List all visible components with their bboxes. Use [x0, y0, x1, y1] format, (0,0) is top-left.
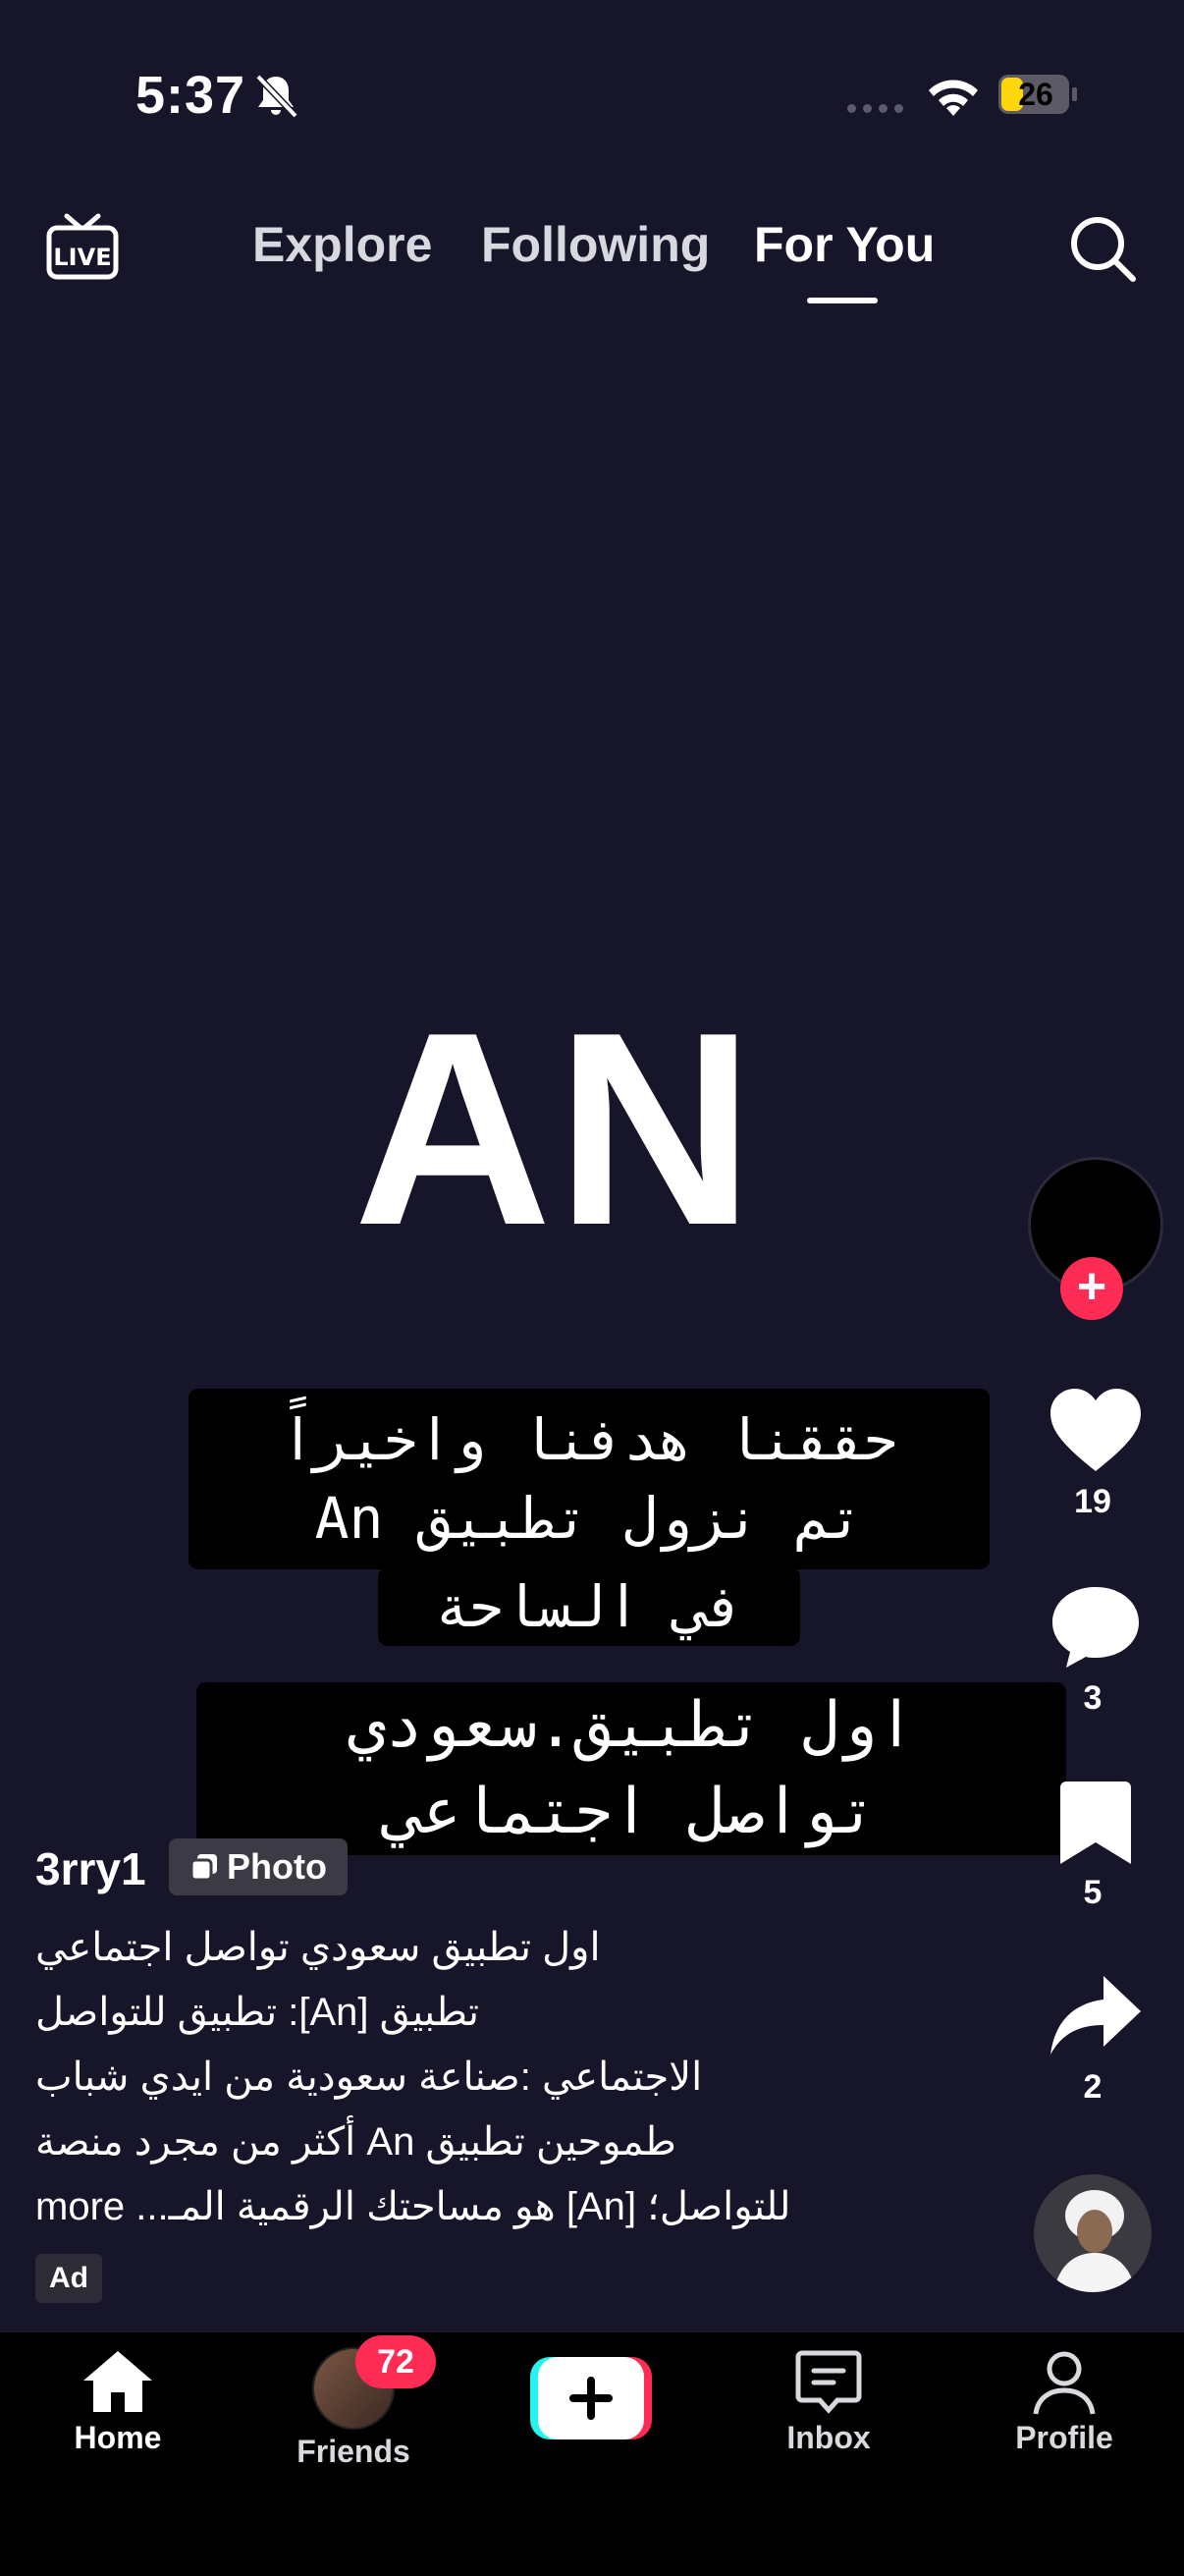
bookmark-icon[interactable]: [1047, 1778, 1145, 1866]
ad-badge: Ad: [35, 2254, 102, 2303]
tab-for-you[interactable]: For You: [754, 216, 935, 273]
nav-friends-label: Friends: [296, 2434, 410, 2469]
caption-line: تطبيق [An]: تطبيق للتواصل: [35, 1991, 480, 2034]
music-disc-avatar[interactable]: [1034, 2174, 1152, 2292]
search-icon[interactable]: [1068, 214, 1137, 283]
create-post-button[interactable]: [530, 2357, 652, 2439]
caption-text[interactable]: اول تطبيق سعودي تواصل اجتماعي تطبيق [An]…: [35, 1915, 880, 2239]
photo-badge-label: Photo: [227, 1846, 327, 1887]
comment-icon[interactable]: [1047, 1583, 1145, 1672]
friends-notification-badge: 72: [355, 2335, 436, 2388]
overlay-caption-1-line-3: في الساحة: [378, 1567, 800, 1646]
tab-explore[interactable]: Explore: [252, 216, 432, 273]
share-count: 2: [1083, 2068, 1103, 2106]
nav-profile[interactable]: Profile: [976, 2347, 1153, 2456]
nav-home[interactable]: Home: [29, 2347, 206, 2456]
profile-icon: [1033, 2351, 1096, 2415]
svg-text:LIVE: LIVE: [53, 244, 111, 271]
comment-count: 3: [1083, 1679, 1103, 1717]
inbox-icon: [795, 2350, 862, 2414]
caption-line: للتواصل؛ [An] هو مساحتك الرقمية المـ... …: [35, 2185, 791, 2228]
overlay-caption-2: اول تطبيق.سعودي تواصل اجتماعي: [196, 1682, 1066, 1855]
battery-level: 26: [1018, 77, 1053, 112]
bell-muted-icon: [255, 74, 298, 119]
an-logo-text: AN: [353, 976, 759, 1283]
overlay-line: تم نزول تطبيق An: [314, 1485, 864, 1552]
share-icon[interactable]: [1047, 1972, 1145, 2060]
signal-dots-icon: [847, 104, 903, 113]
like-count: 19: [1074, 1483, 1111, 1520]
overlay-line: حققنا هدفنا واخيراً: [280, 1406, 898, 1473]
nav-profile-label: Profile: [1015, 2420, 1113, 2455]
battery-icon: 26: [997, 73, 1080, 116]
caption-line: اول تطبيق سعودي تواصل اجتماعي: [35, 1926, 601, 1969]
photo-icon: [189, 1854, 217, 1882]
nav-inbox[interactable]: Inbox: [740, 2347, 917, 2456]
home-icon: [83, 2351, 152, 2412]
creator-username[interactable]: 3rry1: [35, 1842, 146, 1895]
nav-inbox-label: Inbox: [786, 2420, 871, 2455]
nav-home-label: Home: [74, 2420, 162, 2455]
caption-line: طموحين تطبيق An أكثر من مجرد منصة: [35, 2120, 676, 2164]
heart-icon[interactable]: [1047, 1387, 1145, 1475]
status-time: 5:37: [135, 66, 246, 125]
save-count: 5: [1083, 1874, 1103, 1911]
follow-plus-button[interactable]: +: [1060, 1257, 1123, 1320]
photo-badge: Photo: [169, 1838, 348, 1895]
active-tab-indicator: [807, 298, 878, 303]
overlay-caption-1: حققنا هدفنا واخيراً تم نزول تطبيق An: [188, 1389, 990, 1569]
caption-line: الاجتماعي :صناعة سعودية من ايدي شباب: [35, 2055, 703, 2099]
overlay-line: اول تطبيق.سعودي: [348, 1689, 915, 1762]
tab-following[interactable]: Following: [481, 216, 710, 273]
wifi-icon: [929, 80, 978, 116]
live-tv-icon[interactable]: LIVE: [45, 212, 120, 285]
